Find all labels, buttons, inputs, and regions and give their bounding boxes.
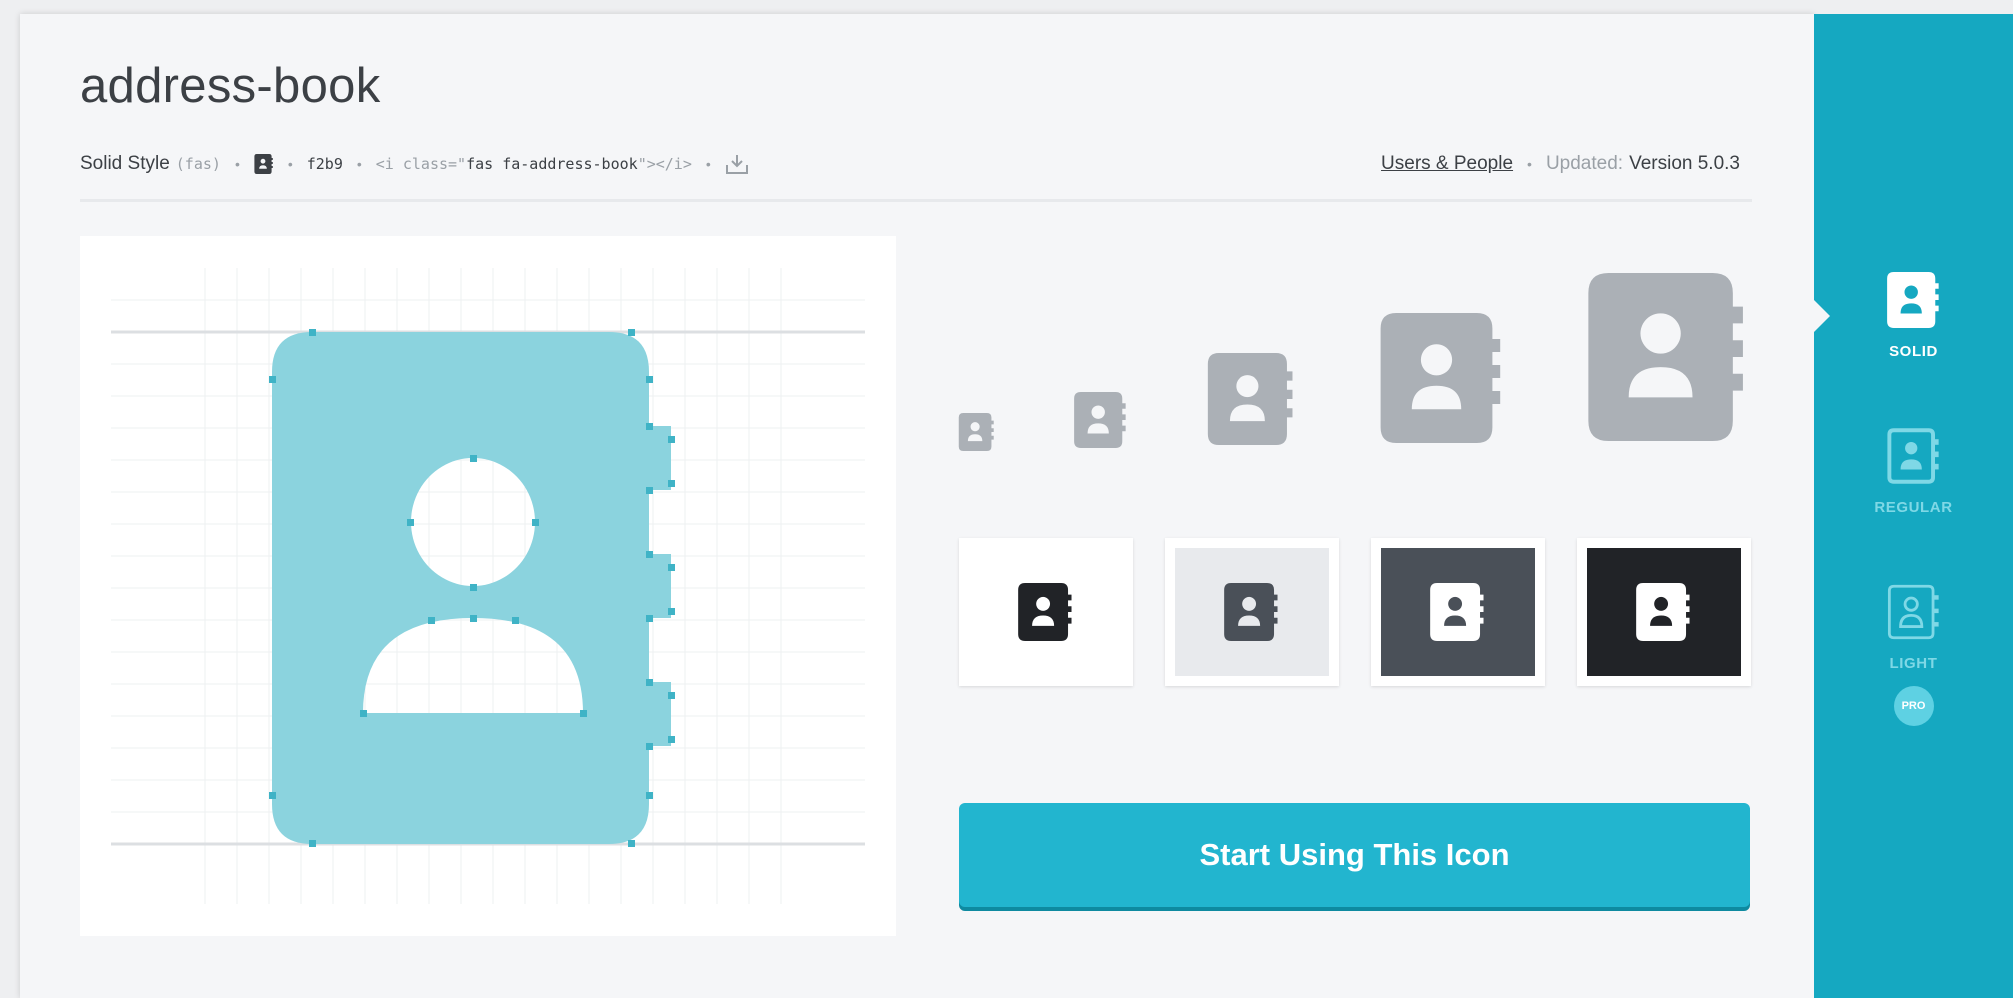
icon-title: address-book: [80, 59, 381, 113]
pro-badge: PRO: [1893, 686, 1934, 726]
category-link[interactable]: Users & People: [1381, 153, 1513, 175]
size-preview-sm-icon: [1073, 388, 1129, 452]
construction-grid: [111, 268, 865, 904]
address-book-icon: [1635, 579, 1693, 645]
start-using-button[interactable]: Start Using This Icon: [959, 803, 1750, 907]
separator-dot: •: [356, 156, 362, 172]
address-book-icon: [1429, 579, 1487, 645]
address-book-solid-icon: [1886, 268, 1942, 332]
preview-bg: [969, 548, 1123, 676]
preview-bg: [1587, 548, 1741, 676]
updated-label: Updated:: [1545, 153, 1624, 174]
style-option-light[interactable]: LIGHT PRO: [1814, 580, 2013, 726]
preview-bg: [1175, 548, 1329, 676]
unicode-value[interactable]: f2b9: [307, 155, 343, 173]
preview-tile-black[interactable]: [1577, 538, 1751, 686]
code-class[interactable]: fas fa-address-book: [466, 155, 638, 173]
style-label-regular: REGULAR: [1874, 499, 1953, 516]
version-value: Version 5.0.3: [1629, 153, 1740, 174]
style-option-regular[interactable]: REGULAR: [1814, 424, 2013, 516]
separator-dot: •: [234, 156, 240, 172]
glyph-icon[interactable]: [254, 153, 274, 175]
separator-dot: •: [705, 156, 711, 172]
preview-tile-light-gray[interactable]: [1165, 538, 1339, 686]
address-book-icon: [1223, 579, 1281, 645]
style-label-solid: SOLID: [1889, 343, 1938, 360]
size-preview-lg-icon: [1378, 304, 1508, 452]
style-prefix: (fas): [175, 155, 221, 173]
icon-meta-right: Users & People • Updated: Version 5.0.3: [1381, 150, 1740, 178]
code-open[interactable]: <i class=": [376, 155, 466, 173]
style-name: Solid Style: [80, 153, 170, 174]
header-divider: [80, 199, 1752, 202]
preview-tile-white[interactable]: [959, 538, 1133, 686]
address-book-regular-icon: [1886, 424, 1942, 488]
size-preview-md-icon: [1206, 346, 1298, 452]
size-preview-xl-icon: [1585, 262, 1753, 452]
preview-tile-dark-gray[interactable]: [1371, 538, 1545, 686]
icon-grid-preview: [80, 236, 896, 936]
separator-dot: •: [287, 156, 293, 172]
preview-bg: [1381, 548, 1535, 676]
icon-meta-row: Solid Style (fas) • • f2b9 • <i class=" f…: [80, 150, 749, 178]
code-close[interactable]: "></i>: [638, 155, 692, 173]
size-preview-xs-icon: [958, 410, 996, 454]
separator-dot: •: [1527, 156, 1532, 172]
style-label-light: LIGHT: [1889, 655, 1938, 672]
address-book-light-icon: [1886, 580, 1942, 644]
download-icon[interactable]: [725, 153, 749, 175]
address-book-icon: [1017, 579, 1075, 645]
style-option-solid[interactable]: SOLID: [1814, 268, 2013, 360]
